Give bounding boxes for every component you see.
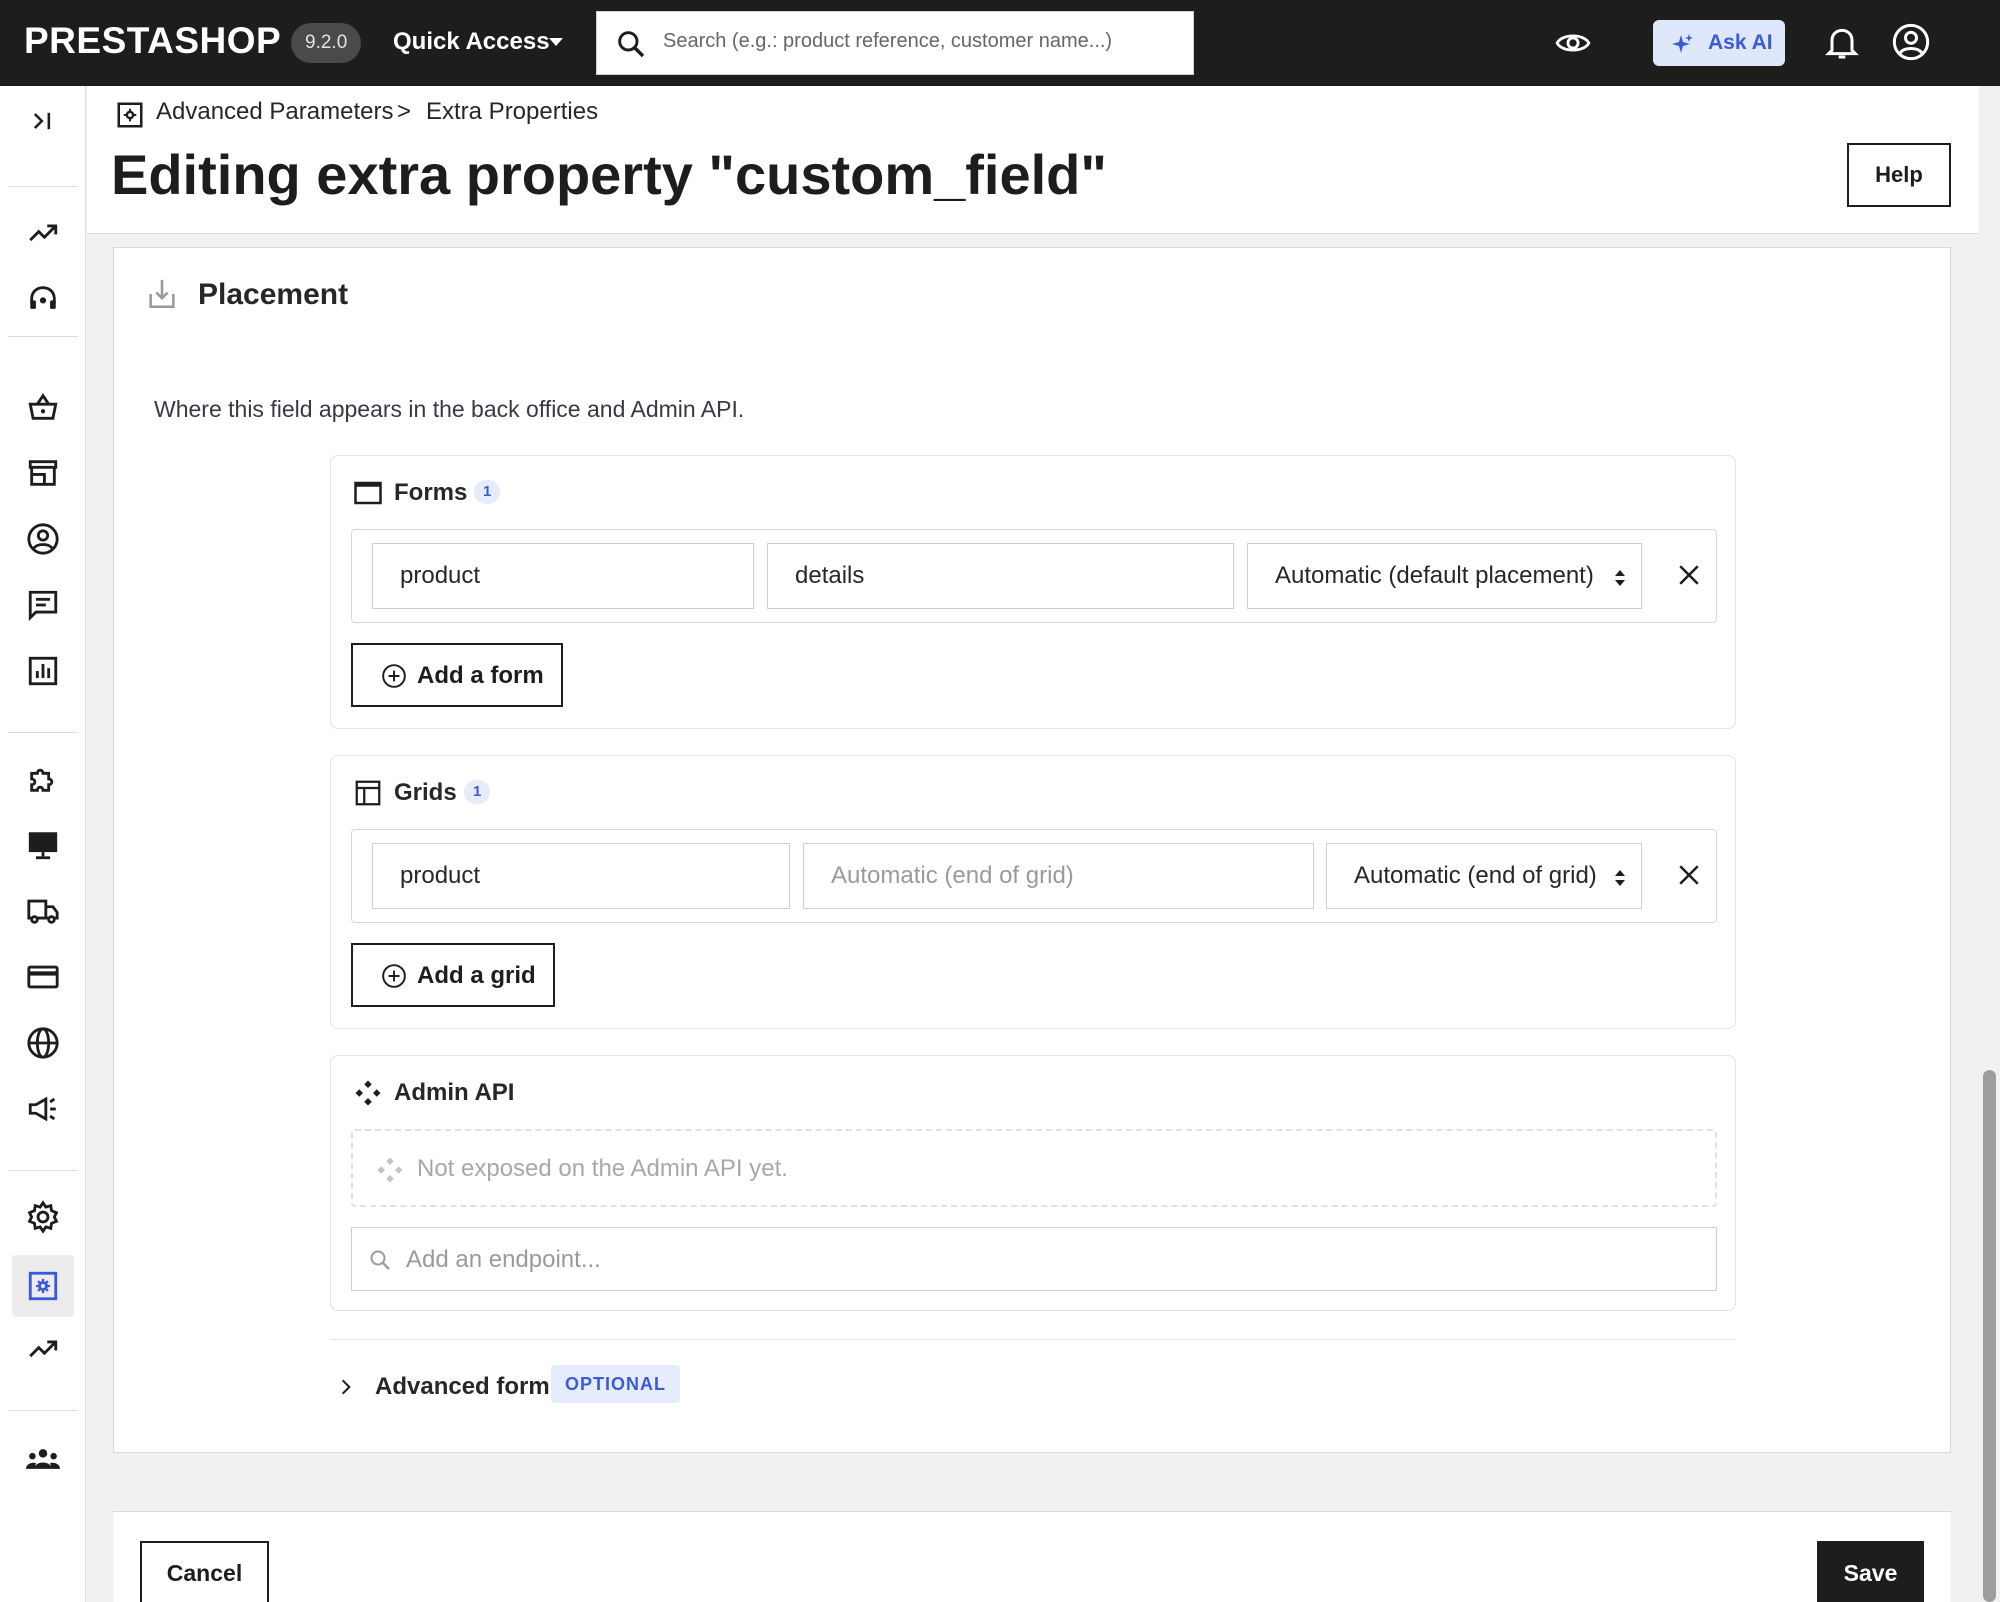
placement-description: Where this field appears in the back off… [154, 396, 745, 422]
forms-title: Forms [394, 479, 468, 506]
select-arrows-icon [1615, 870, 1625, 886]
page-title: Editing extra property "custom_field" [111, 143, 1107, 206]
window-icon [354, 481, 382, 505]
store-icon[interactable] [22, 452, 64, 494]
endpoint-search[interactable] [351, 1227, 1717, 1291]
divider [330, 1339, 1736, 1340]
form-position-select[interactable]: Automatic (default placement) [1247, 543, 1642, 609]
grid-table-icon [355, 780, 381, 806]
sidebar [0, 86, 86, 1602]
sidebar-divider [8, 186, 78, 187]
bell-icon[interactable] [1822, 22, 1862, 62]
advanced-params-icon [117, 102, 143, 128]
monitor-icon[interactable] [22, 824, 64, 866]
sidebar-divider [8, 1410, 78, 1411]
dashboard-trending-icon[interactable] [22, 212, 64, 254]
search-input[interactable] [663, 30, 1183, 53]
api-nodes-icon [377, 1157, 403, 1183]
admin-api-section: Admin API Not exposed on the Admin API y… [330, 1055, 1736, 1311]
trending-icon[interactable] [22, 1328, 64, 1370]
forms-section: Forms 1 product details Automatic (defau… [330, 455, 1736, 729]
chevron-right-icon[interactable] [336, 1376, 356, 1398]
select-arrows-icon [1615, 570, 1625, 586]
eye-icon[interactable] [1554, 24, 1592, 62]
grid-column-field[interactable]: Automatic (end of grid) [803, 843, 1314, 909]
quick-access-button[interactable]: Quick Access [393, 28, 550, 56]
breadcrumb-extra-properties[interactable]: Extra Properties [426, 98, 598, 126]
sparkle-icon [1672, 34, 1693, 53]
support-icon[interactable] [22, 278, 64, 320]
form-row: product details Automatic (default place… [351, 529, 1717, 623]
globe-icon[interactable] [22, 1022, 64, 1064]
top-bar: PRESTASHOP 9.2.0 Quick Access Ask AI [0, 0, 2000, 86]
scrollbar-thumb[interactable] [1983, 1070, 1996, 1602]
add-form-button[interactable]: Add a form [351, 643, 563, 707]
sidebar-divider [8, 732, 78, 733]
user-account-icon[interactable] [1891, 22, 1931, 62]
stats-icon[interactable] [22, 650, 64, 692]
grid-entity-field[interactable]: product [372, 843, 790, 909]
download-tray-icon [149, 279, 175, 309]
sidebar-divider [8, 336, 78, 337]
grids-section: Grids 1 product Automatic (end of grid) … [330, 755, 1736, 1029]
grid-position-select[interactable]: Automatic (end of grid) [1326, 843, 1642, 909]
advanced-params-icon[interactable] [12, 1255, 74, 1317]
puzzle-icon[interactable] [22, 758, 64, 800]
admin-api-empty-text: Not exposed on the Admin API yet. [417, 1155, 788, 1182]
messages-icon[interactable] [22, 584, 64, 626]
team-icon[interactable] [22, 1438, 64, 1480]
admin-api-title: Admin API [394, 1079, 515, 1106]
form-footer: Cancel Save [113, 1511, 1951, 1602]
add-grid-button[interactable]: Add a grid [351, 943, 555, 1007]
sidebar-divider [8, 1170, 78, 1171]
customer-icon[interactable] [22, 518, 64, 560]
plus-circle-icon [382, 964, 406, 988]
remove-form-icon[interactable] [1674, 560, 1704, 590]
endpoint-input[interactable] [406, 1246, 1686, 1274]
collapse-icon[interactable] [22, 100, 64, 142]
grids-count-badge: 1 [464, 780, 491, 804]
forms-count-badge: 1 [474, 480, 501, 504]
form-position-value: Automatic (default placement) [1275, 562, 1594, 589]
api-nodes-icon [355, 1080, 381, 1106]
basket-icon[interactable] [22, 386, 64, 428]
grid-row: product Automatic (end of grid) Automati… [351, 829, 1717, 923]
grid-position-value: Automatic (end of grid) [1354, 862, 1597, 889]
truck-icon[interactable] [22, 890, 64, 932]
add-form-label: Add a form [417, 662, 544, 689]
add-grid-label: Add a grid [417, 962, 536, 989]
placement-card: Placement Where this field appears in th… [113, 247, 1951, 1453]
cancel-button[interactable]: Cancel [140, 1541, 269, 1602]
plus-circle-icon [382, 664, 406, 688]
breadcrumb-advanced-parameters[interactable]: Advanced Parameters [156, 98, 393, 126]
global-search[interactable] [596, 11, 1194, 75]
megaphone-icon[interactable] [22, 1088, 64, 1130]
page-header: Advanced Parameters > Extra Properties E… [87, 86, 1979, 234]
grids-title: Grids [394, 779, 457, 806]
ask-ai-label: Ask AI [1708, 31, 1773, 54]
search-icon [618, 31, 645, 58]
prestashop-logo[interactable]: PRESTASHOP [24, 20, 281, 62]
breadcrumb-separator: > [397, 98, 412, 125]
version-badge: 9.2.0 [291, 23, 362, 63]
ask-ai-button[interactable]: Ask AI [1653, 20, 1785, 66]
save-button[interactable]: Save [1817, 1541, 1924, 1602]
optional-badge: OPTIONAL [551, 1365, 680, 1403]
caret-down-icon[interactable] [549, 38, 563, 46]
settings-gear-icon[interactable] [22, 1196, 64, 1238]
help-button[interactable]: Help [1847, 143, 1951, 207]
form-tab-field[interactable]: details [767, 543, 1234, 609]
search-icon [370, 1250, 390, 1270]
form-entity-field[interactable]: product [372, 543, 754, 609]
remove-grid-icon[interactable] [1674, 860, 1704, 890]
placement-title: Placement [198, 278, 349, 311]
credit-card-icon[interactable] [22, 956, 64, 998]
admin-api-empty-state: Not exposed on the Admin API yet. [351, 1129, 1717, 1207]
advanced-form-toggle[interactable]: Advanced form [375, 1373, 550, 1401]
